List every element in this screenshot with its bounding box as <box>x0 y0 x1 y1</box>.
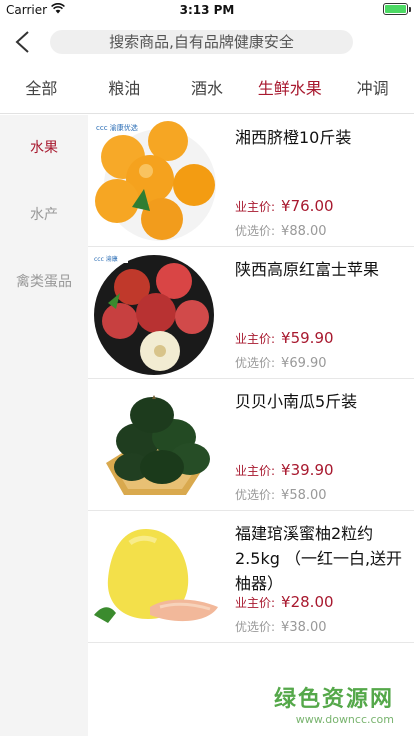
original-price-label: 优选价: <box>235 488 276 502</box>
original-price-row: 优选价: ¥69.90 <box>235 354 327 371</box>
product-item[interactable]: ccc 渝康优选 湘西脐橙10斤装 业主价: ¥76.00 优选价: ¥88.0… <box>88 115 414 247</box>
watermark-title: 绿色资源网 <box>273 687 394 712</box>
original-price-row: 优选价: ¥38.00 <box>235 618 327 635</box>
member-price-row: 业主价: ¥59.90 <box>235 329 334 347</box>
original-price-label: 优选价: <box>235 620 276 634</box>
product-item[interactable]: ccc 渝康 陕西高原红富士苹果 业主价: ¥59.90 优选价: ¥69.90 <box>88 247 414 379</box>
chevron-left-icon <box>15 31 29 53</box>
svg-text:ccc 渝康: ccc 渝康 <box>94 255 118 263</box>
product-title: 湘西脐橙10斤装 <box>235 128 352 147</box>
original-price-label: 优选价: <box>235 356 276 370</box>
product-title: 贝贝小南瓜5斤装 <box>235 392 358 411</box>
original-price: ¥58.00 <box>281 488 327 503</box>
original-price-row: 优选价: ¥88.00 <box>235 222 327 239</box>
member-price-row: 业主价: ¥28.00 <box>235 593 334 611</box>
product-item[interactable]: 福建琯溪蜜柚2粒约2.5kg （一红一白,送开柚器） 业主价: ¥28.00 优… <box>88 511 414 643</box>
original-price: ¥38.00 <box>281 620 327 635</box>
orange-icon: ccc 渝康优选 <box>94 121 216 241</box>
pomelo-icon <box>94 529 218 623</box>
member-price-row: 业主价: ¥39.90 <box>235 461 334 479</box>
status-right <box>383 3 411 15</box>
member-price-label: 业主价: <box>235 596 276 610</box>
watermark: 绿色资源网 www.downcc.com <box>274 681 394 726</box>
pumpkin-icon <box>106 395 210 495</box>
tab-all[interactable]: 全部 <box>0 64 83 113</box>
header: 搜索商品,自有品牌健康安全 <box>0 20 414 64</box>
product-title: 陕西高原红富士苹果 <box>235 260 380 279</box>
category-tabs: 全部 粮油 酒水 生鲜水果 冲调 <box>0 64 414 114</box>
apple-icon: ccc 渝康 <box>92 253 214 375</box>
svg-text:ccc 渝康优选: ccc 渝康优选 <box>96 123 138 132</box>
member-price-row: 业主价: ¥76.00 <box>235 197 334 215</box>
status-bar: Carrier 3:13 PM <box>0 0 414 20</box>
product-list: ccc 渝康优选 湘西脐橙10斤装 业主价: ¥76.00 优选价: ¥88.0… <box>88 115 414 643</box>
member-price: ¥28.00 <box>281 593 334 611</box>
tab-fresh-fruit[interactable]: 生鲜水果 <box>248 64 331 113</box>
sidebar: 水果 水产 禽类蛋品 <box>0 115 88 736</box>
sidebar-item-poultry-eggs[interactable]: 禽类蛋品 <box>0 249 88 316</box>
member-price-label: 业主价: <box>235 200 276 214</box>
sidebar-item-fruit[interactable]: 水果 <box>0 115 88 182</box>
member-price-label: 业主价: <box>235 464 276 478</box>
search-input[interactable]: 搜索商品,自有品牌健康安全 <box>50 30 353 54</box>
watermark-url: www.downcc.com <box>295 713 394 726</box>
member-price: ¥39.90 <box>281 461 334 479</box>
tab-grain-oil[interactable]: 粮油 <box>83 64 166 113</box>
member-price: ¥59.90 <box>281 329 334 347</box>
tab-beverage-mix[interactable]: 冲调 <box>331 64 414 113</box>
product-item[interactable]: 贝贝小南瓜5斤装 业主价: ¥39.90 优选价: ¥58.00 <box>88 379 414 511</box>
member-price-label: 业主价: <box>235 332 276 346</box>
original-price-row: 优选价: ¥58.00 <box>235 486 327 503</box>
back-button[interactable] <box>8 26 40 58</box>
original-price: ¥88.00 <box>281 224 327 239</box>
battery-icon <box>383 3 411 15</box>
original-price-label: 优选价: <box>235 224 276 238</box>
status-time: 3:13 PM <box>179 3 235 17</box>
tab-drinks[interactable]: 酒水 <box>166 64 249 113</box>
member-price: ¥76.00 <box>281 197 334 215</box>
sidebar-item-seafood[interactable]: 水产 <box>0 182 88 249</box>
original-price: ¥69.90 <box>281 356 327 371</box>
product-title: 福建琯溪蜜柚2粒约2.5kg （一红一白,送开柚器） <box>235 524 403 593</box>
